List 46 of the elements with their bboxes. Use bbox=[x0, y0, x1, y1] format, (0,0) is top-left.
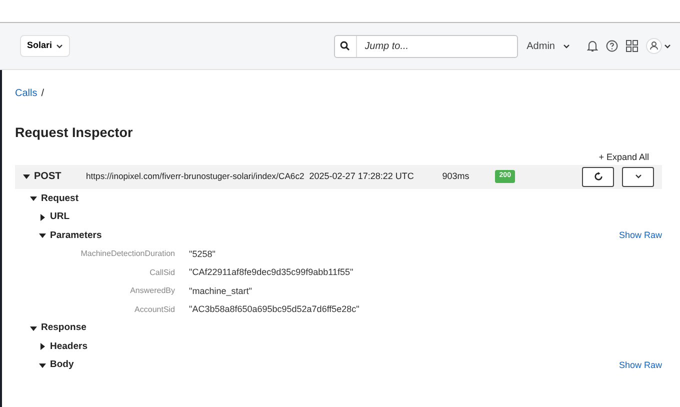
refresh-button[interactable] bbox=[582, 166, 614, 187]
caret-right-icon[interactable] bbox=[39, 214, 46, 221]
help-icon[interactable] bbox=[606, 40, 618, 52]
dropdown-button[interactable] bbox=[622, 166, 654, 187]
search-field[interactable]: Jump to... bbox=[334, 34, 518, 58]
method-label: POST bbox=[34, 170, 62, 184]
parameter-name: AccountSid bbox=[134, 304, 176, 316]
request-url: https://inopixel.com/fiverr-brunostuger-solari/index/CA6c2 bbox=[86, 170, 304, 184]
duration: 903ms bbox=[442, 170, 470, 183]
tree-item-label[interactable]: Request bbox=[41, 192, 78, 206]
bell-icon[interactable] bbox=[587, 40, 598, 52]
user-menu[interactable]: Admin bbox=[526, 38, 571, 54]
caret-down-icon[interactable] bbox=[30, 324, 37, 332]
tree-item-label[interactable]: URL bbox=[50, 210, 70, 225]
workspace-dropdown[interactable]: Solari bbox=[20, 35, 70, 57]
avatar-icon[interactable] bbox=[646, 38, 672, 54]
parameter-value: "5258" bbox=[189, 248, 216, 261]
breadcrumb-separator: / bbox=[41, 88, 44, 99]
chevron-down-icon bbox=[56, 44, 64, 48]
timestamp: 2025-02-27 17:28:22 UTC bbox=[309, 170, 415, 183]
tree-item-label[interactable]: Headers bbox=[50, 340, 88, 354]
breadcrumb-link[interactable]: Calls bbox=[15, 88, 38, 99]
expand-all-link[interactable]: + Expand All bbox=[598, 151, 649, 165]
parameter-value: "AC3b58a8f650a695bc95d52a7d6ff5e28c" bbox=[189, 303, 360, 316]
apps-grid-icon[interactable] bbox=[626, 40, 638, 52]
caret-down-icon[interactable] bbox=[39, 362, 46, 369]
show-raw-link[interactable]: Show Raw bbox=[618, 358, 662, 372]
caret-down-icon[interactable] bbox=[30, 195, 37, 202]
parameter-name: MachineDetectionDuration bbox=[80, 248, 176, 260]
parameter-name: AnsweredBy bbox=[129, 285, 176, 298]
parameter-name: CallSid bbox=[148, 266, 176, 279]
caret-right-icon[interactable] bbox=[39, 343, 46, 350]
page-title: Request Inspector bbox=[15, 125, 134, 142]
chevron-down-icon bbox=[634, 174, 642, 180]
search-icon bbox=[340, 41, 350, 51]
refresh-icon bbox=[594, 172, 602, 182]
search-input[interactable]: Jump to... bbox=[356, 36, 507, 56]
parameter-value: "CAf22911af8fe9dec9d35c99f9abb11f55" bbox=[189, 266, 354, 280]
caret-down-icon[interactable] bbox=[23, 173, 30, 180]
tree-item-label[interactable]: Parameters bbox=[50, 228, 102, 244]
tree-item-label[interactable]: Response bbox=[41, 321, 86, 336]
tree-item-label[interactable]: Body bbox=[50, 358, 74, 373]
parameter-value: "machine_start" bbox=[189, 284, 252, 298]
show-raw-link[interactable]: Show Raw bbox=[618, 229, 662, 243]
chevron-down-icon bbox=[563, 44, 570, 48]
caret-down-icon[interactable] bbox=[39, 232, 46, 240]
